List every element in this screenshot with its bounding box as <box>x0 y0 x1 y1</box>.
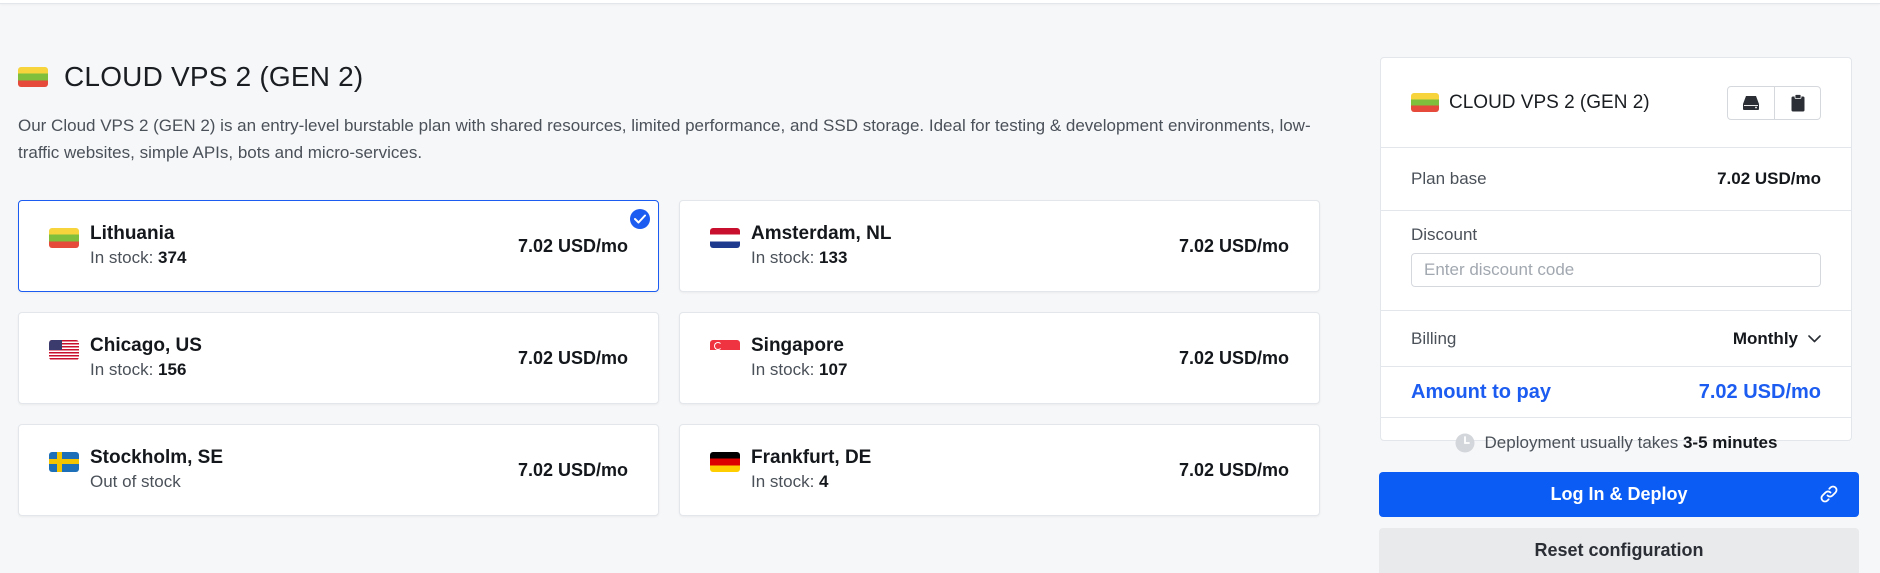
discount-label: Discount <box>1411 225 1478 244</box>
location-name: Chicago, US <box>90 335 202 356</box>
location-card-frankfurt[interactable]: Frankfurt, DE In stock: 4 7.02 USD/mo <box>679 424 1320 516</box>
location-card-amsterdam[interactable]: Amsterdam, NL In stock: 133 7.02 USD/mo <box>679 200 1320 292</box>
location-card-singapore[interactable]: Singapore In stock: 107 7.02 USD/mo <box>679 312 1320 404</box>
location-name: Amsterdam, NL <box>751 223 892 244</box>
location-stock: In stock: 4 <box>751 472 829 491</box>
plan-description: Our Cloud VPS 2 (GEN 2) is an entry-leve… <box>18 116 1311 162</box>
location-stock: In stock: 374 <box>90 248 187 267</box>
discount-row: Discount <box>1381 211 1851 311</box>
clock-icon <box>1455 433 1475 452</box>
sweden-flag-icon <box>49 451 79 472</box>
billing-row: Billing Monthly <box>1381 311 1851 367</box>
location-name: Frankfurt, DE <box>751 447 872 468</box>
singapore-flag-icon <box>710 339 740 360</box>
plan-base-value: 7.02 USD/mo <box>1717 169 1821 188</box>
plan-header: CLOUD VPS 2 (GEN 2) <box>18 60 1320 94</box>
lithuania-flag-icon <box>49 227 79 248</box>
location-card-chicago[interactable]: Chicago, US In stock: 156 7.02 USD/mo <box>18 312 659 404</box>
location-card-lithuania[interactable]: Lithuania In stock: 374 7.02 USD/mo <box>18 200 659 292</box>
summary-icon-group <box>1727 85 1821 120</box>
usa-flag-icon <box>49 339 79 360</box>
location-price: 7.02 USD/mo <box>1178 347 1289 368</box>
top-bar <box>0 0 1880 4</box>
order-summary-panel: CLOUD VPS 2 (GEN 2) Plan base 7.02 USD/m… <box>1380 57 1852 452</box>
amount-value: 7.02 USD/mo <box>1698 380 1821 403</box>
lithuania-flag-icon <box>18 67 48 87</box>
location-name: Lithuania <box>90 223 175 244</box>
location-name: Singapore <box>751 335 844 356</box>
check-icon <box>630 209 650 229</box>
lithuania-flag-icon <box>1411 93 1439 112</box>
plan-base-label: Plan base <box>1411 169 1487 188</box>
deploy-button-label: Log In & Deploy <box>1550 484 1688 504</box>
drive-icon[interactable] <box>1728 87 1774 119</box>
location-price: 7.02 USD/mo <box>517 347 628 368</box>
summary-header: CLOUD VPS 2 (GEN 2) <box>1381 58 1851 148</box>
summary-title: CLOUD VPS 2 (GEN 2) <box>1449 91 1650 113</box>
location-price: 7.02 USD/mo <box>1178 459 1289 480</box>
location-price: 7.02 USD/mo <box>1178 235 1289 256</box>
discount-code-input[interactable] <box>1411 253 1821 287</box>
location-stock: Out of stock <box>90 472 181 491</box>
billing-select[interactable]: Monthly <box>1733 329 1821 349</box>
location-name: Stockholm, SE <box>90 447 224 468</box>
location-stock: In stock: 107 <box>751 360 848 379</box>
deployment-text: Deployment usually takes 3-5 minutes <box>1484 432 1778 452</box>
location-grid: Lithuania In stock: 374 7.02 USD/mo Amst… <box>18 200 1320 516</box>
plan-base-row: Plan base 7.02 USD/mo <box>1381 148 1851 211</box>
location-price: 7.02 USD/mo <box>517 459 628 480</box>
location-card-stockholm[interactable]: Stockholm, SE Out of stock 7.02 USD/mo <box>18 424 659 516</box>
page-title: CLOUD VPS 2 (GEN 2) <box>64 61 364 92</box>
amount-label: Amount to pay <box>1411 380 1551 403</box>
billing-label: Billing <box>1411 328 1457 348</box>
reset-configuration-button[interactable]: Reset configuration <box>1379 528 1859 573</box>
link-icon <box>1820 485 1838 503</box>
location-stock: In stock: 133 <box>751 248 848 267</box>
login-deploy-button[interactable]: Log In & Deploy <box>1379 472 1859 517</box>
plan-details: CLOUD VPS 2 (GEN 2) Our Cloud VPS 2 (GEN… <box>18 60 1320 166</box>
location-price: 7.02 USD/mo <box>517 235 628 256</box>
germany-flag-icon <box>710 451 740 472</box>
amount-row: Amount to pay 7.02 USD/mo <box>1381 367 1851 418</box>
deployment-time-row: Deployment usually takes 3-5 minutes <box>1381 418 1851 467</box>
billing-value: Monthly <box>1732 328 1798 348</box>
location-stock: In stock: 156 <box>90 360 187 379</box>
chevron-down-icon <box>1808 334 1821 342</box>
clipboard-icon[interactable] <box>1774 86 1820 119</box>
netherlands-flag-icon <box>710 227 740 248</box>
reset-button-label: Reset configuration <box>1534 540 1704 560</box>
